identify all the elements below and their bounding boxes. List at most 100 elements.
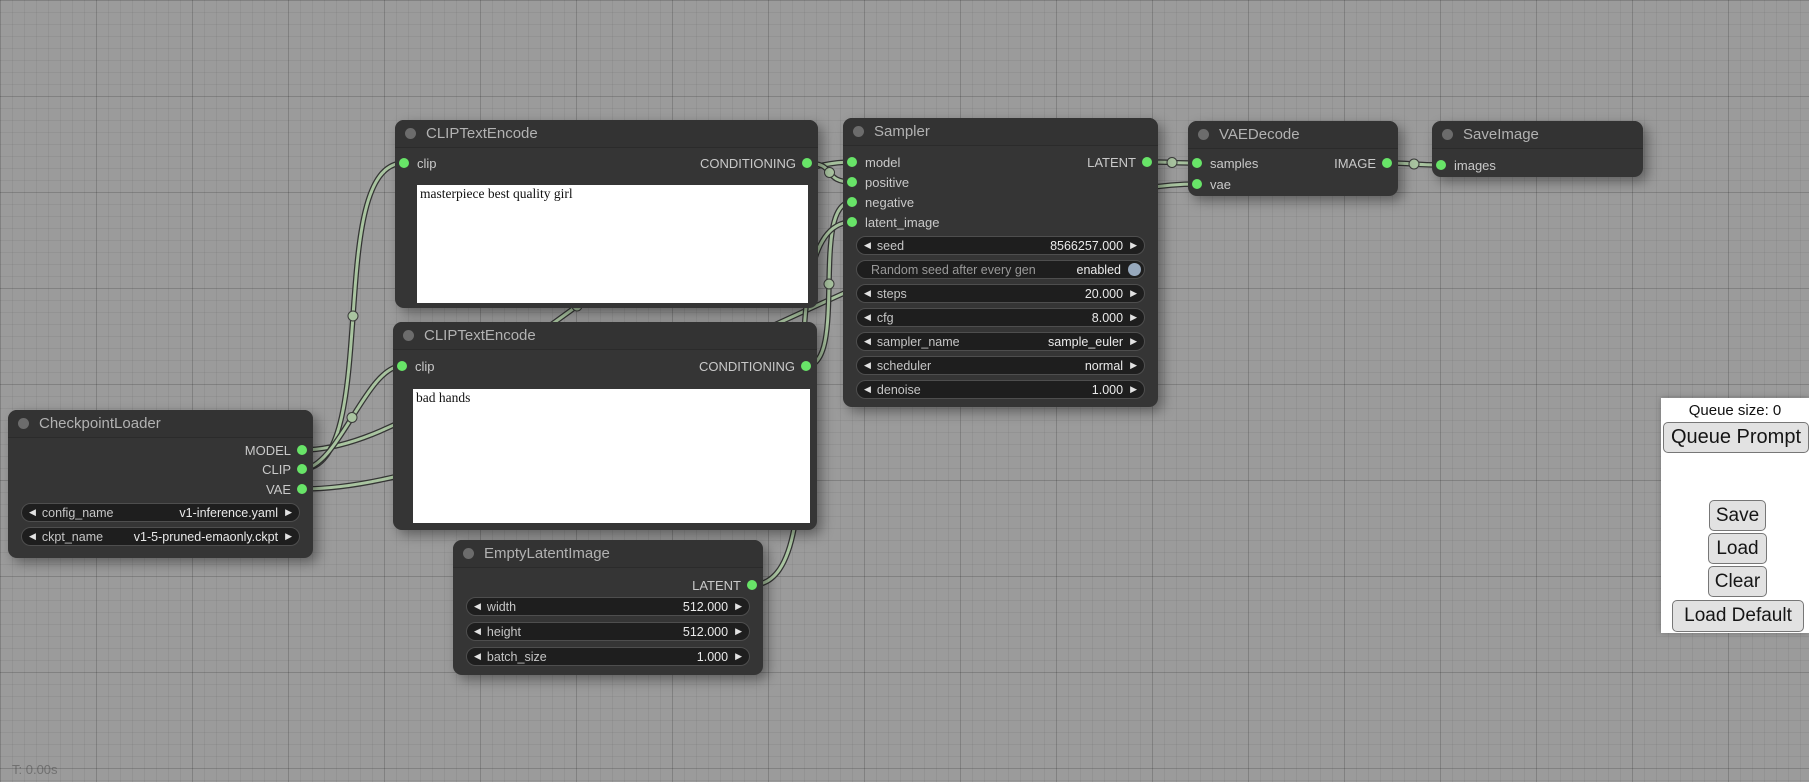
output-port-icon[interactable] [1382, 158, 1392, 168]
increment-arrow-icon[interactable]: ▶ [285, 503, 292, 522]
node-vae-decode[interactable]: VAEDecode samples IMAGE vae [1188, 121, 1398, 196]
output-port-icon[interactable] [297, 484, 307, 494]
decrement-arrow-icon[interactable]: ◀ [474, 597, 481, 616]
output-label: IMAGE [1334, 156, 1376, 171]
node-title-bar[interactable]: CLIPTextEncode [393, 322, 817, 350]
decrement-arrow-icon[interactable]: ◀ [474, 622, 481, 641]
input-label: images [1454, 158, 1496, 173]
decrement-arrow-icon[interactable]: ◀ [864, 284, 871, 303]
widget-height[interactable]: ◀ height 512.000 ▶ [466, 622, 750, 641]
collapse-dot-icon[interactable] [1198, 129, 1209, 140]
widget-cfg[interactable]: ◀ cfg 8.000 ▶ [856, 308, 1145, 327]
input-port-icon[interactable] [1436, 160, 1446, 170]
prompt-textarea[interactable]: bad hands [413, 389, 810, 523]
toggle-knob-icon[interactable] [1128, 263, 1141, 276]
increment-arrow-icon[interactable]: ▶ [735, 597, 742, 616]
prompt-textarea[interactable]: masterpiece best quality girl [417, 185, 808, 303]
save-button[interactable]: Save [1709, 500, 1766, 531]
output-label: LATENT [692, 578, 741, 593]
decrement-arrow-icon[interactable]: ◀ [864, 380, 871, 399]
collapse-dot-icon[interactable] [1442, 129, 1453, 140]
widget-scheduler[interactable]: ◀ scheduler normal ▶ [856, 356, 1145, 375]
input-port-icon[interactable] [847, 157, 857, 167]
widget-label: ckpt_name [42, 530, 103, 544]
widget-label: denoise [877, 383, 921, 397]
slot-row-clip: clip CONDITIONING [395, 154, 818, 173]
node-checkpoint-loader[interactable]: CheckpointLoader MODEL CLIP VAE ◀ config… [8, 410, 313, 558]
output-label: LATENT [1087, 155, 1136, 170]
decrement-arrow-icon[interactable]: ◀ [864, 236, 871, 255]
increment-arrow-icon[interactable]: ▶ [1130, 308, 1137, 327]
increment-arrow-icon[interactable]: ▶ [735, 647, 742, 666]
widget-random-seed-toggle[interactable]: Random seed after every gen enabled [856, 260, 1145, 279]
input-port-icon[interactable] [847, 177, 857, 187]
input-port-icon[interactable] [399, 158, 409, 168]
output-slot-latent: LATENT [453, 576, 763, 595]
graph-canvas[interactable]: T: 0.00s CheckpointLoader MODEL CLIP VAE… [0, 0, 1809, 782]
widget-seed[interactable]: ◀ seed 8566257.000 ▶ [856, 236, 1145, 255]
clear-button[interactable]: Clear [1708, 566, 1767, 597]
increment-arrow-icon[interactable]: ▶ [1130, 332, 1137, 351]
node-clip-text-encode-negative[interactable]: CLIPTextEncode clip CONDITIONING bad han… [393, 322, 817, 530]
decrement-arrow-icon[interactable]: ◀ [864, 332, 871, 351]
output-port-icon[interactable] [801, 361, 811, 371]
node-title: EmptyLatentImage [484, 545, 610, 562]
widget-sampler-name[interactable]: ◀ sampler_name sample_euler ▶ [856, 332, 1145, 351]
node-save-image[interactable]: SaveImage images [1432, 121, 1643, 177]
node-title-bar[interactable]: CheckpointLoader [8, 410, 313, 438]
node-title-bar[interactable]: EmptyLatentImage [453, 540, 763, 568]
queue-prompt-button[interactable]: Queue Prompt [1663, 422, 1809, 453]
widget-denoise[interactable]: ◀ denoise 1.000 ▶ [856, 380, 1145, 399]
widget-ckpt-name[interactable]: ◀ ckpt_name v1-5-pruned-emaonly.ckpt ▶ [21, 527, 300, 546]
widget-config-name[interactable]: ◀ config_name v1-inference.yaml ▶ [21, 503, 300, 522]
increment-arrow-icon[interactable]: ▶ [1130, 356, 1137, 375]
load-default-button[interactable]: Load Default [1672, 600, 1804, 632]
output-slot-model: MODEL [8, 441, 313, 460]
output-port-icon[interactable] [747, 580, 757, 590]
node-title-bar[interactable]: Sampler [843, 118, 1158, 146]
node-title-bar[interactable]: CLIPTextEncode [395, 120, 818, 148]
input-label: positive [865, 175, 909, 190]
input-port-icon[interactable] [1192, 179, 1202, 189]
decrement-arrow-icon[interactable]: ◀ [29, 527, 36, 546]
increment-arrow-icon[interactable]: ▶ [285, 527, 292, 546]
load-button[interactable]: Load [1708, 533, 1767, 564]
input-port-icon[interactable] [847, 197, 857, 207]
widget-width[interactable]: ◀ width 512.000 ▶ [466, 597, 750, 616]
node-title-bar[interactable]: VAEDecode [1188, 121, 1398, 149]
increment-arrow-icon[interactable]: ▶ [1130, 380, 1137, 399]
widget-value: 1.000 [1092, 383, 1123, 397]
collapse-dot-icon[interactable] [463, 548, 474, 559]
widget-label: Random seed after every gen [871, 263, 1036, 277]
collapse-dot-icon[interactable] [403, 330, 414, 341]
collapse-dot-icon[interactable] [405, 128, 416, 139]
increment-arrow-icon[interactable]: ▶ [735, 622, 742, 641]
output-port-icon[interactable] [1142, 157, 1152, 167]
output-port-icon[interactable] [297, 445, 307, 455]
output-port-icon[interactable] [297, 464, 307, 474]
decrement-arrow-icon[interactable]: ◀ [864, 308, 871, 327]
node-title: CheckpointLoader [39, 415, 161, 432]
input-label: negative [865, 195, 914, 210]
input-port-icon[interactable] [397, 361, 407, 371]
increment-arrow-icon[interactable]: ▶ [1130, 236, 1137, 255]
output-port-icon[interactable] [802, 158, 812, 168]
collapse-dot-icon[interactable] [18, 418, 29, 429]
slot-row-clip: clip CONDITIONING [393, 357, 817, 376]
input-port-icon[interactable] [1192, 158, 1202, 168]
output-label: CONDITIONING [699, 359, 795, 374]
node-clip-text-encode-positive[interactable]: CLIPTextEncode clip CONDITIONING masterp… [395, 120, 818, 308]
widget-batch-size[interactable]: ◀ batch_size 1.000 ▶ [466, 647, 750, 666]
decrement-arrow-icon[interactable]: ◀ [864, 356, 871, 375]
node-empty-latent-image[interactable]: EmptyLatentImage LATENT ◀ width 512.000 … [453, 540, 763, 675]
decrement-arrow-icon[interactable]: ◀ [29, 503, 36, 522]
node-title-bar[interactable]: SaveImage [1432, 121, 1643, 149]
widget-steps[interactable]: ◀ steps 20.000 ▶ [856, 284, 1145, 303]
queue-size-label: Queue size: 0 [1661, 402, 1809, 419]
node-sampler[interactable]: Sampler model LATENT positive negative l… [843, 118, 1158, 407]
decrement-arrow-icon[interactable]: ◀ [474, 647, 481, 666]
input-port-icon[interactable] [847, 217, 857, 227]
increment-arrow-icon[interactable]: ▶ [1130, 284, 1137, 303]
node-title: Sampler [874, 123, 930, 140]
collapse-dot-icon[interactable] [853, 126, 864, 137]
